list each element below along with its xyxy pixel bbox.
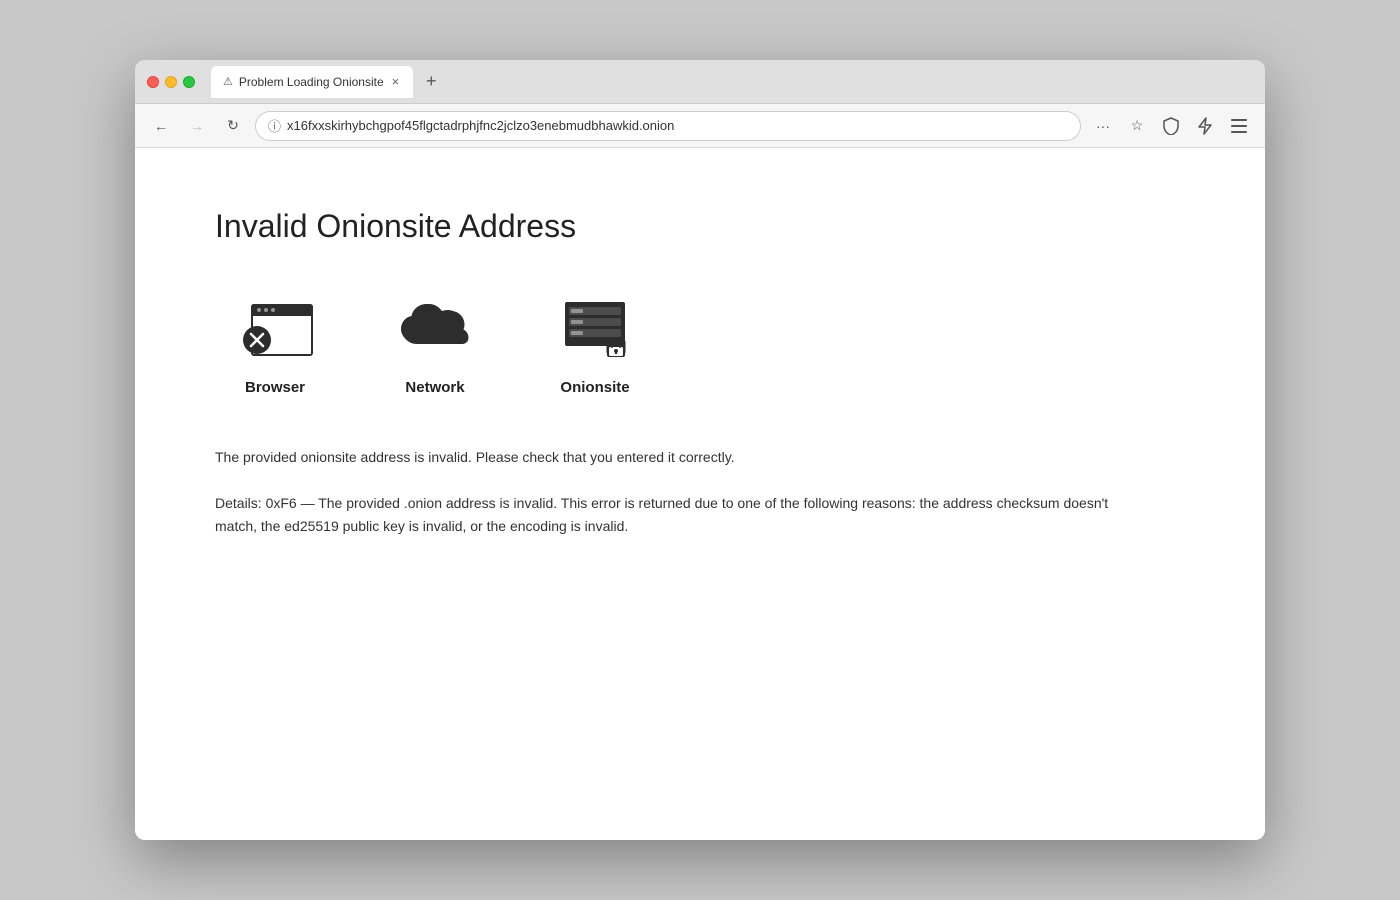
title-bar: ⚠ Problem Loading Onionsite × + [135,60,1265,104]
tab-bar: ⚠ Problem Loading Onionsite × + [211,66,1253,98]
page-title: Invalid Onionsite Address [215,208,1185,245]
more-button[interactable]: ··· [1089,112,1117,140]
reload-button[interactable]: ↻ [219,112,247,140]
browser-window: ⚠ Problem Loading Onionsite × + ← → ↻ ⓘ … [135,60,1265,840]
page-content: Invalid Onionsite Address [135,148,1265,840]
bookmark-button[interactable]: ☆ [1123,112,1151,140]
tab-close-button[interactable]: × [390,74,402,89]
lightning-button[interactable] [1191,112,1219,140]
maximize-button[interactable] [183,76,195,88]
traffic-lights [147,76,195,88]
network-label: Network [405,379,464,396]
back-button[interactable]: ← [147,112,175,140]
network-icon-item: Network [395,295,475,396]
address-info-icon: ⓘ [268,116,281,135]
onionsite-icon-item: Onionsite [555,295,635,396]
tab-warning-icon: ⚠ [223,75,233,88]
active-tab[interactable]: ⚠ Problem Loading Onionsite × [211,66,413,98]
browser-icon-item: Browser [235,295,315,396]
browser-label: Browser [245,379,305,396]
onionsite-label: Onionsite [560,379,629,396]
forward-button[interactable]: → [183,112,211,140]
address-bar[interactable]: ⓘ x16fxxskirhybchgpof45flgctadrphjfnc2jc… [255,111,1081,141]
error-description: The provided onionsite address is invali… [215,446,1115,468]
icons-row: Browser Network [215,295,1185,396]
nav-right-icons: ··· ☆ [1089,112,1253,140]
network-icon [395,295,475,365]
address-text: x16fxxskirhybchgpof45flgctadrphjfnc2jclz… [287,118,1068,133]
nav-bar: ← → ↻ ⓘ x16fxxskirhybchgpof45flgctadrphj… [135,104,1265,148]
browser-icon [235,295,315,365]
shield-button[interactable] [1157,112,1185,140]
minimize-button[interactable] [165,76,177,88]
error-details: Details: 0xF6 — The provided .onion addr… [215,492,1115,537]
new-tab-button[interactable]: + [417,68,445,96]
close-button[interactable] [147,76,159,88]
onionsite-icon [555,295,635,365]
menu-button[interactable] [1225,112,1253,140]
tab-title: Problem Loading Onionsite [239,75,384,89]
